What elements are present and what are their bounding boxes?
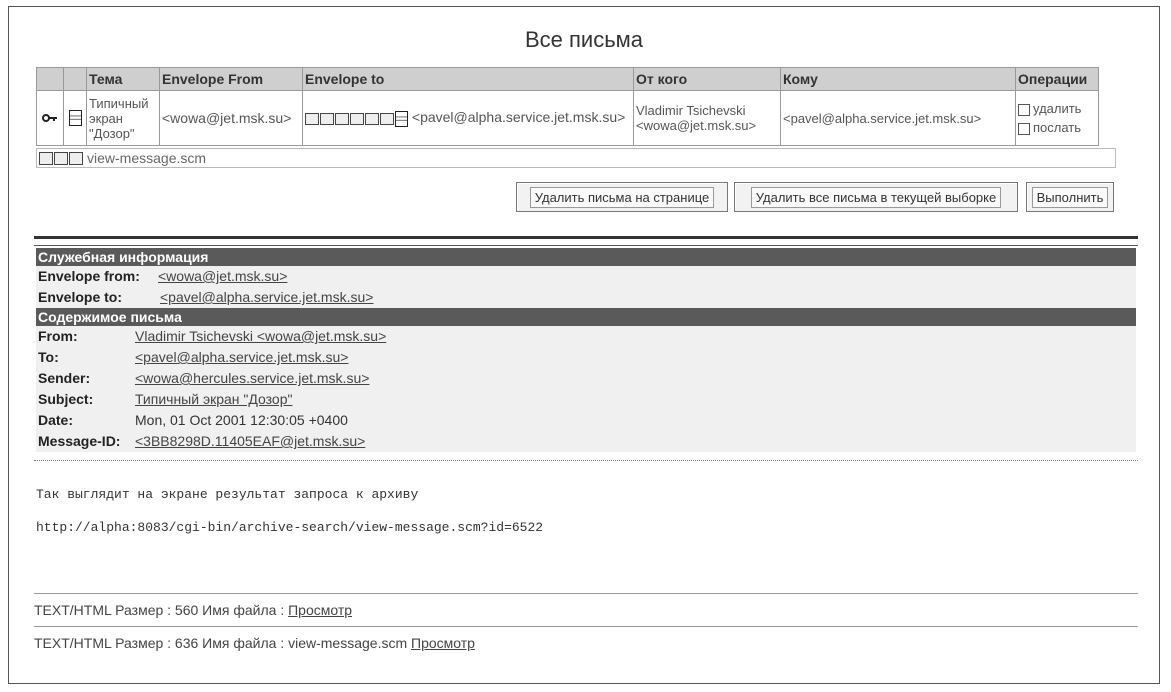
to-link[interactable]: <pavel@alpha.service.jet.msk.su> — [135, 347, 348, 368]
from-row: From: Vladimir Tsichevski <wowa@jet.msk.… — [36, 326, 1136, 347]
section-divider — [34, 236, 1138, 246]
header-envelope-from[interactable]: Envelope From — [159, 67, 303, 91]
from-email: <wowa@jet.msk.su> — [636, 118, 757, 133]
op-send-label: послать — [1033, 120, 1082, 135]
envelope-to-label: Envelope to: — [38, 289, 123, 305]
date-row: Date: Mon, 01 Oct 2001 12:30:05 +0400 — [36, 410, 1136, 431]
document-icon-cell[interactable] — [63, 90, 87, 146]
sender-label: Sender: — [38, 370, 91, 386]
arrow-icon — [305, 112, 319, 125]
service-info-heading: Служебная информация — [36, 248, 1136, 266]
table-header-row: Тема Envelope From Envelope to От кого К… — [36, 67, 1099, 91]
key-icon — [42, 113, 57, 122]
date-label: Date: — [38, 412, 74, 428]
from-name: Vladimir Tsichevski — [636, 103, 746, 118]
grid-icon — [350, 112, 364, 125]
key-icon-cell[interactable] — [36, 90, 64, 146]
sender-row: Sender: <wowa@hercules.service.jet.msk.s… — [36, 368, 1136, 389]
part-divider-2 — [34, 626, 1138, 627]
subject-link[interactable]: Типичный экран "Дозор" — [135, 389, 292, 410]
header-empty-1 — [36, 67, 64, 91]
subject-label: Subject: — [38, 391, 94, 407]
body-line-2: http://alpha:8083/cgi-bin/archive-search… — [36, 520, 544, 535]
header-to[interactable]: Кому — [780, 67, 1016, 91]
envelope-to-cell: <pavel@alpha.service.jet.msk.su> — [302, 90, 634, 146]
envelope-to-row: Envelope to: <pavel@alpha.service.jet.ms… — [36, 287, 1136, 308]
message-id-row: Message-ID: <3BB8298D.11405EAF@jet.msk.s… — [36, 431, 1136, 452]
attachments-row: view-message.scm — [36, 148, 1116, 168]
part-row-2: TEXT/HTML Размер : 636 Имя файла : view-… — [34, 635, 475, 651]
part-row-1: TEXT/HTML Размер : 560 Имя файла : Просм… — [34, 602, 352, 618]
to-cell: <pavel@alpha.service.jet.msk.su> — [780, 90, 1016, 146]
subject-row: Subject: Типичный экран "Дозор" — [36, 389, 1136, 410]
delete-all-label: Удалить все письма в текущей выборке — [750, 186, 1002, 208]
part-info: TEXT/HTML Размер : 636 Имя файла : view-… — [34, 635, 412, 651]
header-subject[interactable]: Тема — [86, 67, 160, 91]
view-link[interactable]: Просмотр — [411, 635, 475, 651]
execute-label: Выполнить — [1031, 186, 1109, 208]
page-title: Все письма — [524, 27, 644, 52]
content-heading: Содержимое письма — [36, 308, 1136, 326]
from-link[interactable]: Vladimir Tsichevski <wowa@jet.msk.su> — [135, 326, 386, 347]
delete-checkbox[interactable] — [1018, 103, 1030, 116]
forward-icon[interactable] — [69, 151, 83, 165]
messages-table: Тема Envelope From Envelope to От кого К… — [36, 67, 1099, 146]
message-info: Служебная информация Envelope from: <wow… — [36, 248, 1136, 452]
envelope-from-label: Envelope from: — [38, 268, 140, 284]
box-icon — [365, 112, 379, 125]
list-icon — [335, 112, 349, 125]
subject-line: "Дозор" — [89, 125, 135, 141]
op-delete-label: удалить — [1033, 101, 1082, 116]
operations-cell: удалить послать — [1015, 90, 1099, 146]
to-row: To: <pavel@alpha.service.jet.msk.su> — [36, 347, 1136, 368]
reply-icon[interactable] — [39, 151, 53, 165]
header-operations: Операции — [1015, 67, 1099, 91]
header-from[interactable]: От кого — [633, 67, 781, 91]
date-value: Mon, 01 Oct 2001 12:30:05 +0400 — [135, 412, 348, 428]
from-label: From: — [38, 328, 78, 344]
part-divider-1 — [34, 593, 1138, 594]
delete-page-button[interactable]: Удалить письма на странице — [516, 182, 728, 212]
envelope-from-cell: <wowa@jet.msk.su> — [159, 90, 303, 146]
op-delete[interactable]: удалить — [1018, 101, 1096, 116]
home-icon — [380, 112, 394, 125]
attachment-filename[interactable]: view-message.scm — [87, 150, 206, 166]
folder-icon — [320, 112, 334, 125]
body-line-1: Так выглядит на экране результат запроса… — [36, 487, 419, 502]
document-icon — [68, 110, 82, 127]
search-document-icon — [395, 110, 408, 127]
from-cell: Vladimir Tsichevski <wowa@jet.msk.su> — [633, 90, 781, 146]
delete-all-button[interactable]: Удалить все письма в текущей выборке — [734, 182, 1018, 212]
subject-line: экран — [89, 110, 123, 126]
envelope-to-link[interactable]: <pavel@alpha.service.jet.msk.su> — [160, 287, 373, 308]
header-empty-2 — [63, 67, 87, 91]
table-row: Типичный экран "Дозор" <wowa@jet.msk.su>… — [36, 90, 1099, 146]
envelope-from-link[interactable]: <wowa@jet.msk.su> — [158, 266, 287, 287]
message-id-link[interactable]: <3BB8298D.11405EAF@jet.msk.su> — [135, 431, 365, 452]
part-info: TEXT/HTML Размер : 560 Имя файла : — [34, 602, 289, 618]
envelope-to-value: <pavel@alpha.service.jet.msk.su> — [411, 109, 626, 126]
subject-line: Типичный — [89, 95, 149, 111]
execute-button[interactable]: Выполнить — [1026, 182, 1114, 212]
message-id-label: Message-ID: — [38, 433, 121, 449]
envelope-from-row: Envelope from: <wowa@jet.msk.su> — [36, 266, 1136, 287]
view-link[interactable]: Просмотр — [288, 602, 352, 618]
reply-all-icon[interactable] — [54, 151, 68, 165]
send-checkbox[interactable] — [1018, 122, 1030, 135]
to-label: To: — [38, 349, 59, 365]
sender-link[interactable]: <wowa@hercules.service.jet.msk.su> — [135, 368, 369, 389]
delete-page-label: Удалить письма на странице — [529, 186, 715, 208]
op-send[interactable]: послать — [1018, 120, 1096, 135]
header-envelope-to[interactable]: Envelope to — [302, 67, 634, 91]
subject-cell[interactable]: Типичный экран "Дозор" — [86, 90, 160, 146]
body-divider — [34, 460, 1138, 461]
